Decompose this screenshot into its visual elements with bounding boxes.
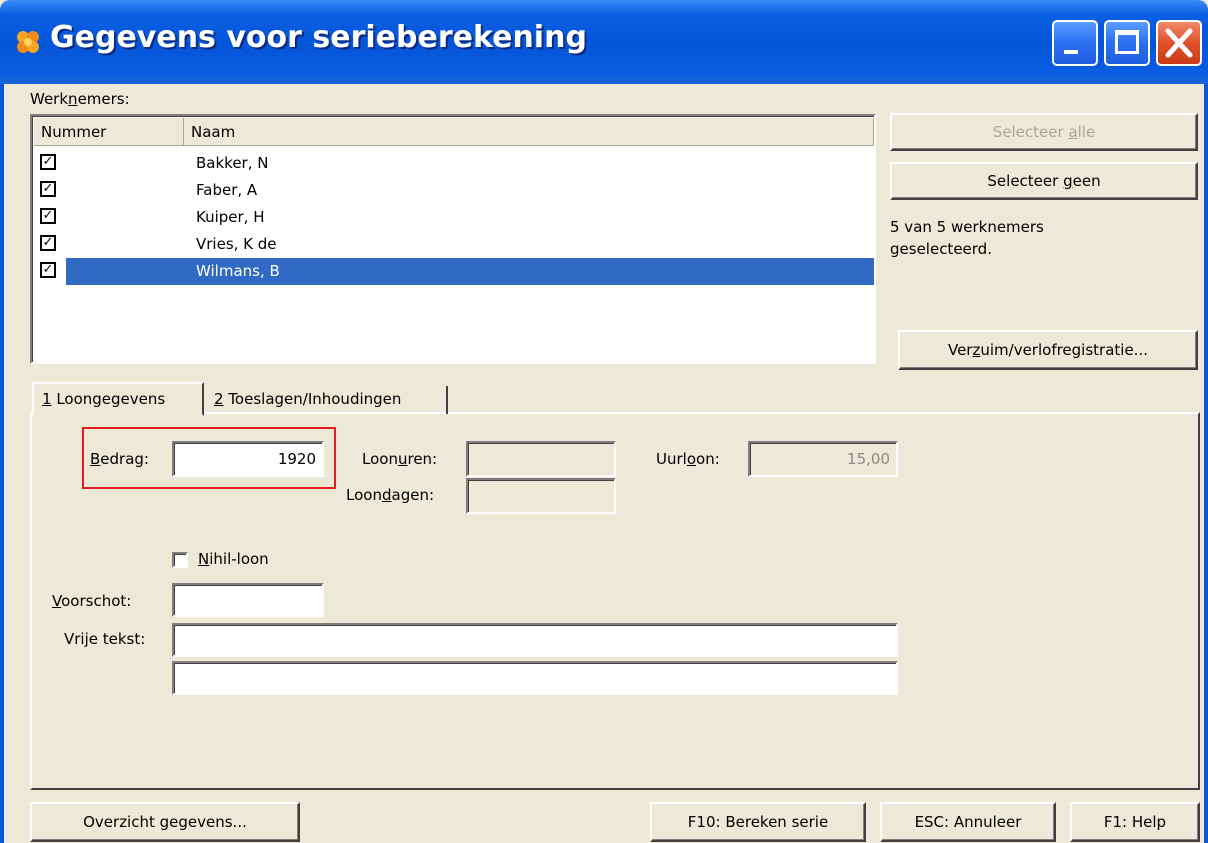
employee-name: Kuiper, H — [196, 208, 265, 226]
close-icon — [1165, 28, 1193, 58]
vrije-tekst-input-line1[interactable] — [172, 623, 898, 657]
employee-name: Bakker, N — [196, 154, 269, 172]
employee-list[interactable]: Nummer Naam ✓ Bakker, N ✓ Faber, A ✓ Kui… — [30, 114, 876, 364]
loondagen-input[interactable] — [466, 478, 616, 514]
absence-registration-button[interactable]: Verzuim/verlofregistratie... — [898, 330, 1198, 370]
title-bar[interactable]: Gegevens voor serieberekening — [0, 0, 1208, 84]
bedrag-input[interactable]: 1920 — [172, 441, 324, 477]
window-frame-right — [1204, 84, 1208, 843]
overview-button[interactable]: Overzicht gegevens... — [30, 802, 300, 842]
uurloon-input[interactable]: 15,00 — [748, 441, 898, 477]
column-header-name[interactable]: Naam — [184, 118, 874, 146]
voorschot-label: Voorschot: — [52, 592, 132, 610]
checkbox-checked-icon[interactable]: ✓ — [40, 208, 56, 224]
checkbox-checked-icon[interactable]: ✓ — [40, 235, 56, 251]
voorschot-input[interactable] — [172, 583, 324, 617]
employee-row[interactable]: ✓ Kuiper, H — [34, 204, 872, 231]
tab-toeslagen-inhoudingen[interactable]: 2 Toeslagen/Inhoudingen — [206, 386, 448, 414]
app-flower-icon — [17, 31, 39, 53]
window-title: Gegevens voor serieberekening — [50, 20, 587, 55]
employee-name: Faber, A — [196, 181, 258, 199]
uurloon-label: Uurloon: — [656, 450, 720, 468]
checkbox-checked-icon[interactable]: ✓ — [40, 154, 56, 170]
help-button[interactable]: F1: Help — [1070, 802, 1200, 842]
window-frame-left — [0, 84, 4, 843]
checkbox-checked-icon[interactable]: ✓ — [40, 262, 56, 278]
loonuren-input[interactable] — [466, 441, 616, 477]
vrije-tekst-input-line2[interactable] — [172, 661, 898, 695]
checkbox-checked-icon[interactable]: ✓ — [40, 181, 56, 197]
minimize-icon — [1064, 50, 1078, 54]
vrije-tekst-label: Vrije tekst: — [64, 630, 146, 648]
employee-row[interactable]: ✓ Vries, K de — [34, 231, 872, 258]
loondagen-label: Loondagen: — [346, 486, 435, 504]
minimize-button[interactable] — [1052, 20, 1098, 66]
close-button[interactable] — [1156, 20, 1202, 66]
employee-row-selected[interactable]: ✓ Wilmans, B — [34, 258, 874, 285]
tab-loongegevens[interactable]: 1 Loongegevens — [32, 382, 204, 416]
column-header-number[interactable]: Nummer — [34, 118, 184, 146]
select-all-button[interactable]: Selecteer alle — [890, 113, 1198, 151]
employee-row[interactable]: ✓ Faber, A — [34, 177, 872, 204]
cancel-button[interactable]: ESC: Annuleer — [880, 802, 1056, 842]
employee-name: Vries, K de — [196, 235, 277, 253]
loonuren-label: Loonuren: — [362, 450, 438, 468]
nihil-loon-label: Nihil-loon — [198, 550, 269, 568]
selection-status-line2: geselecteerd. — [890, 240, 992, 258]
maximize-button[interactable] — [1104, 20, 1150, 66]
select-none-button[interactable]: Selecteer geen — [890, 162, 1198, 200]
bedrag-label: Bedrag: — [90, 450, 149, 468]
employee-row[interactable]: ✓ Bakker, N — [34, 150, 872, 177]
maximize-icon — [1115, 30, 1139, 54]
nihil-loon-checkbox[interactable] — [172, 552, 188, 568]
employee-name: Wilmans, B — [196, 262, 280, 280]
employees-label: Werknemers: — [30, 90, 130, 108]
calculate-series-button[interactable]: F10: Bereken serie — [650, 802, 866, 842]
selection-status-line1: 5 van 5 werknemers — [890, 218, 1044, 236]
